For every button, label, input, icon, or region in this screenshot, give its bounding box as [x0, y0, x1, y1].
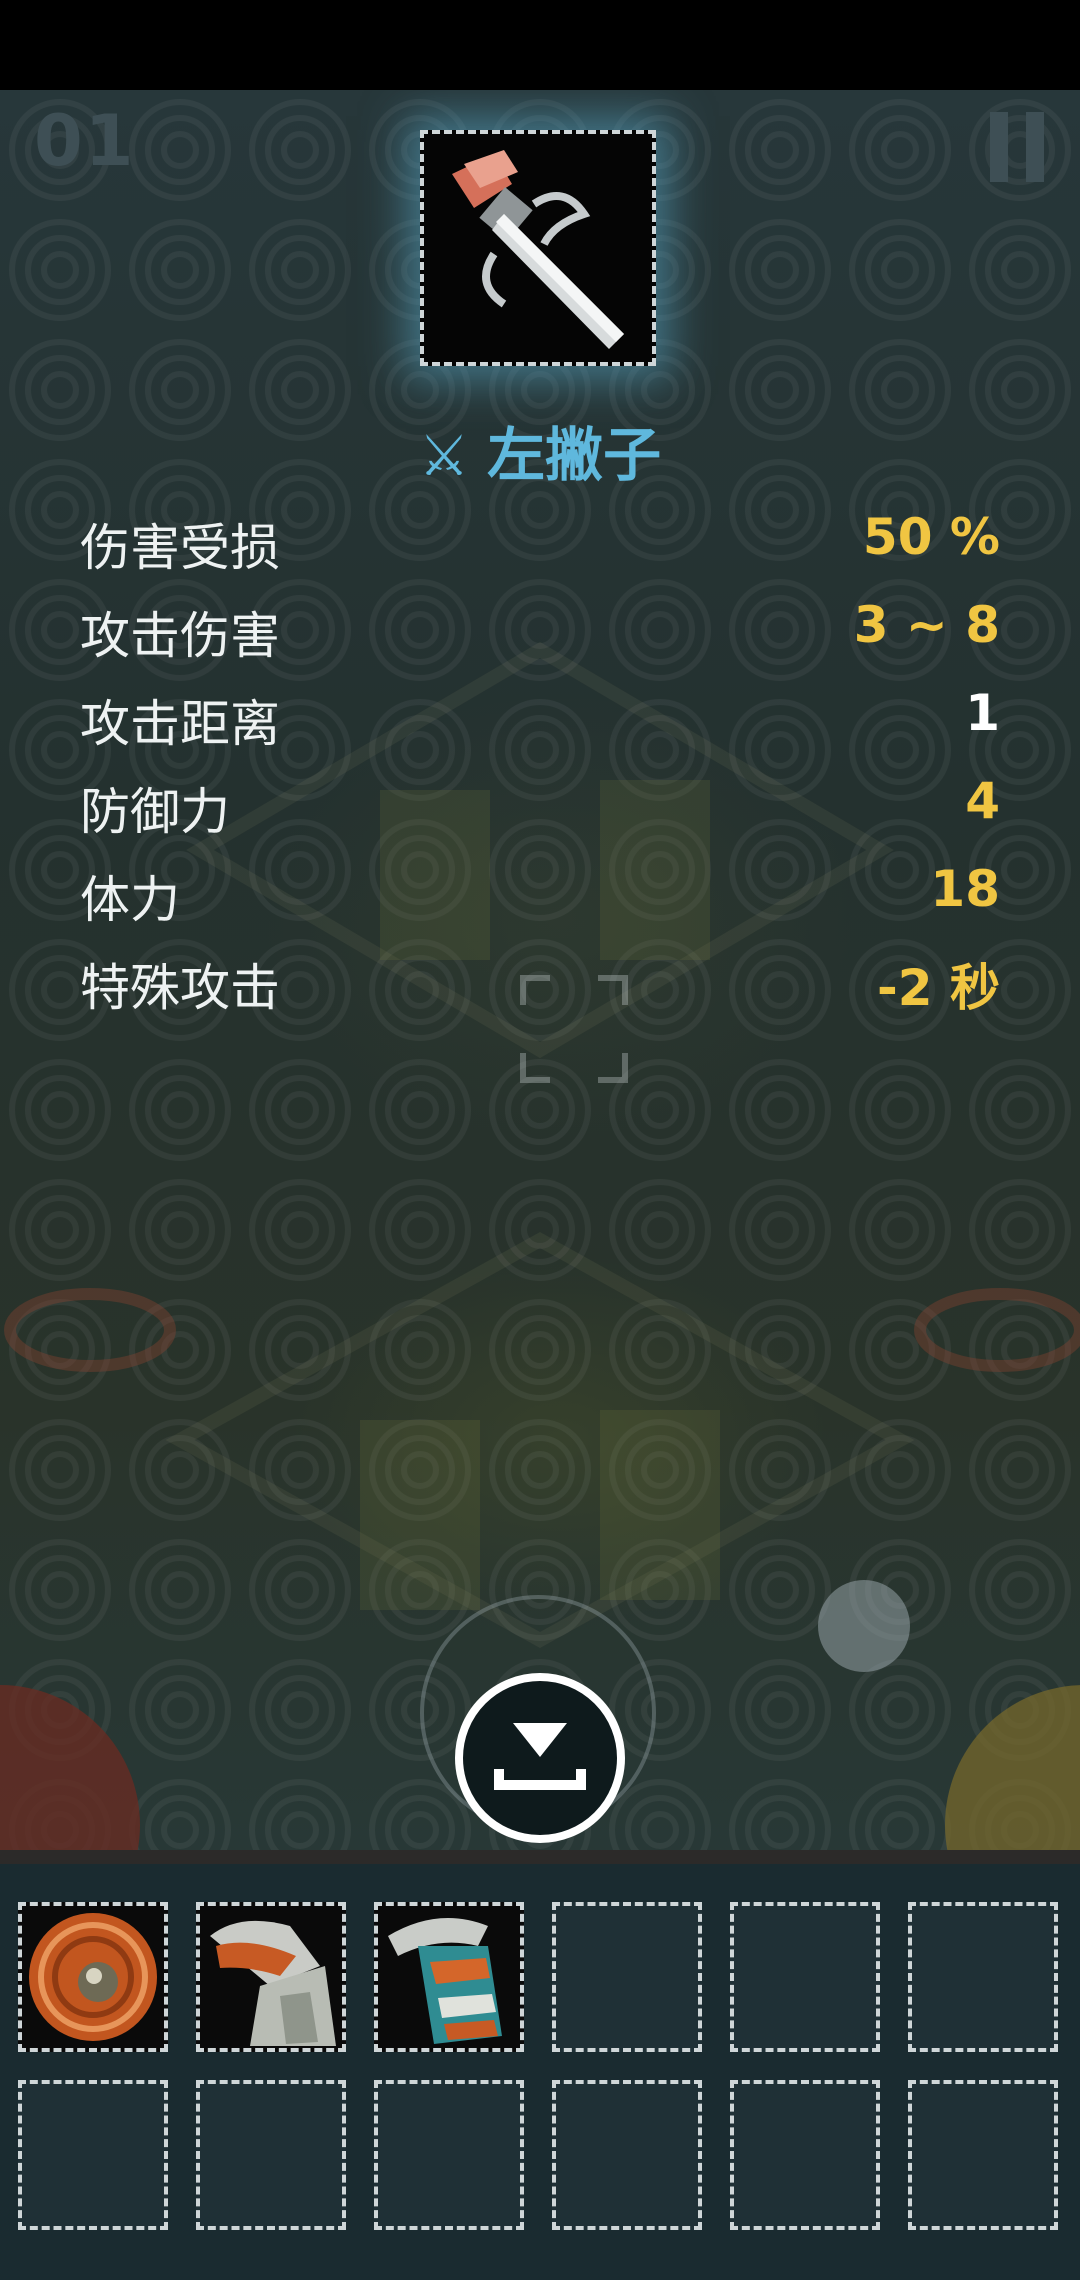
stat-row-stamina: 体力 18: [80, 852, 1000, 940]
inventory-slot[interactable]: [908, 2080, 1058, 2230]
inventory-panel: [0, 1850, 1080, 2280]
inventory-slot[interactable]: [374, 1902, 524, 2052]
stat-value: 3 ~ 8: [853, 596, 1000, 654]
pause-button[interactable]: [990, 112, 1044, 182]
stat-value: 18: [930, 860, 1000, 918]
stat-label: 攻击伤害: [80, 607, 280, 665]
stat-row-attack-damage: 攻击伤害 3 ~ 8: [80, 588, 1000, 676]
drop-item-icon: [494, 1723, 586, 1790]
stat-row-attack-range: 攻击距离 1: [80, 676, 1000, 764]
stat-label: 伤害受损: [80, 519, 280, 577]
target-reticle-icon: [520, 975, 628, 1083]
stat-label: 防御力: [80, 783, 230, 841]
stat-value: 4: [965, 772, 1000, 830]
inventory-slot[interactable]: [552, 2080, 702, 2230]
inventory-slot[interactable]: [18, 1902, 168, 2052]
stat-row-defense: 防御力 4: [80, 764, 1000, 852]
stat-label: 攻击距离: [80, 695, 280, 753]
crossed-swords-icon: ⚔: [418, 424, 470, 489]
stat-value: 50 %: [862, 508, 1000, 566]
inventory-slot[interactable]: [730, 2080, 880, 2230]
dagger-icon: [452, 150, 624, 349]
pause-icon: [990, 112, 1008, 182]
status-bar: [0, 0, 1080, 90]
stat-label: 特殊攻击: [80, 959, 280, 1017]
item-title: ⚔ 左撇子: [0, 408, 1080, 492]
stat-value: 1: [965, 684, 1000, 742]
item-name: 左撇子: [487, 421, 662, 489]
stat-row-damage-taken: 伤害受损 50 %: [80, 500, 1000, 588]
inventory-slot[interactable]: [196, 2080, 346, 2230]
level-number: 01: [34, 100, 136, 182]
item-portrait: [420, 130, 656, 366]
stat-label: 体力: [80, 871, 180, 929]
inventory-slot[interactable]: [552, 1902, 702, 2052]
round-shield-icon: [29, 1913, 157, 2041]
inventory-slot[interactable]: [196, 1902, 346, 2052]
stats-list: 伤害受损 50 % 攻击伤害 3 ~ 8 攻击距离 1 防御力 4 体力 18 …: [80, 500, 1000, 1028]
stat-value: -2 秒: [877, 959, 1000, 1017]
inventory-slot[interactable]: [374, 2080, 524, 2230]
inventory-slot[interactable]: [18, 2080, 168, 2230]
inventory-slot[interactable]: [730, 1902, 880, 2052]
money-bag-icon[interactable]: [818, 1580, 910, 1672]
game-screen: 01 ⚔ 左撇子 伤害受损 50 % 攻击伤害 3 ~ 8 攻击距离 1 防御力…: [0, 90, 1080, 1850]
cloth-armor-icon: [210, 1920, 336, 2046]
drop-item-button[interactable]: [455, 1673, 625, 1843]
inventory-slot[interactable]: [908, 1902, 1058, 2052]
decorated-gauntlet-icon: [388, 1918, 502, 2044]
